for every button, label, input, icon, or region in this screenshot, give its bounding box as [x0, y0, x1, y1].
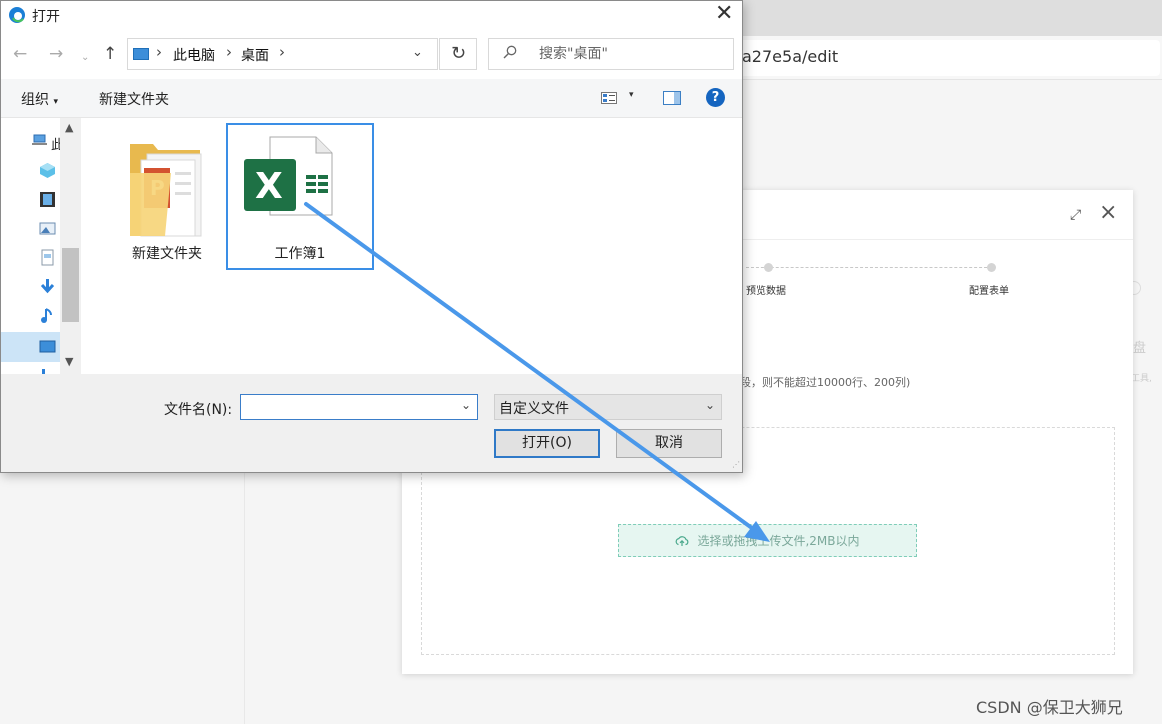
refresh-button[interactable]: ↻	[439, 38, 477, 70]
scroll-up-icon[interactable]: ▲	[65, 121, 73, 134]
view-dropdown-icon[interactable]: ▾	[629, 90, 634, 100]
file-item-excel-selected[interactable]: X 工作簿1	[226, 123, 374, 270]
breadcrumb-this-pc[interactable]: 此电脑	[173, 45, 215, 65]
breadcrumb-desktop[interactable]: 桌面	[241, 45, 269, 65]
preview-pane-icon[interactable]	[663, 91, 681, 105]
chevron-down-icon: ⌄	[704, 398, 715, 412]
dropdown-arrow-icon: ▾	[53, 97, 58, 107]
watermark: CSDN @保卫大狮兄	[976, 698, 1123, 717]
upload-button[interactable]: 选择或拖拽上传文件,2MB以内	[618, 524, 917, 557]
3d-objects-icon[interactable]	[39, 162, 56, 179]
dialog-footer: 文件名(N): ⌄ 自定义文件 ⌄ 打开(O) 取消 ⋰	[1, 374, 742, 472]
search-input[interactable]	[537, 39, 727, 69]
search-icon	[503, 45, 517, 59]
organize-menu[interactable]: 组织 ▾	[21, 89, 58, 109]
this-pc-icon	[133, 48, 149, 60]
new-folder-button[interactable]: 新建文件夹	[99, 89, 169, 109]
file-open-dialog: 打开 ✕ ← → ⌄ ↑ › 此电脑 › 桌面 › ⌄ ↻ 组织 ▾ 新建文件	[0, 0, 743, 473]
limit-hint: 段，则不能超过10000行、200列)	[740, 376, 911, 389]
organize-label: 组织	[21, 92, 49, 108]
chevron-right-icon[interactable]: ›	[156, 43, 162, 61]
file-label-folder: 新建文件夹	[132, 246, 202, 262]
edge-icon	[9, 7, 25, 23]
resize-grip-icon[interactable]: ⋰	[732, 460, 740, 469]
file-item-folder[interactable]: P 新建文件夹	[93, 124, 241, 271]
refresh-icon: ↻	[451, 43, 467, 64]
dialog-title-bar: 打开 ✕	[1, 1, 742, 31]
downloads-icon[interactable]	[39, 278, 56, 295]
search-box[interactable]	[488, 38, 734, 70]
filename-label: 文件名(N):	[164, 402, 233, 418]
music-icon[interactable]	[39, 307, 56, 324]
chevron-right-icon[interactable]: ›	[226, 43, 232, 61]
step-label-config: 配置表单	[969, 286, 1009, 297]
filename-dropdown-icon[interactable]: ⌄	[461, 398, 471, 412]
filetype-select[interactable]: 自定义文件 ⌄	[494, 394, 722, 420]
back-arrow-icon[interactable]: ←	[13, 44, 27, 64]
open-button[interactable]: 打开(O)	[494, 429, 600, 458]
pictures-icon[interactable]	[39, 220, 56, 237]
documents-icon[interactable]	[39, 249, 56, 266]
view-options-icon[interactable]	[601, 92, 617, 104]
videos-icon[interactable]	[39, 191, 56, 208]
file-label-excel: 工作簿1	[274, 246, 326, 262]
nav-scrollbar[interactable]: ▲ ▼	[60, 118, 81, 374]
dialog-toolbar: 组织 ▾ 新建文件夹 ▾ ?	[1, 79, 742, 118]
steps-line	[746, 267, 992, 268]
upload-label: 选择或拖拽上传文件,2MB以内	[697, 534, 860, 548]
expand-icon[interactable]: ⤢	[1070, 207, 1081, 223]
url-text: a27e5a/edit	[742, 47, 839, 66]
help-icon[interactable]: ?	[706, 88, 725, 107]
step-dot	[764, 263, 773, 272]
modal-close-icon[interactable]: ×	[1099, 202, 1117, 224]
chevron-right-icon[interactable]: ›	[279, 43, 285, 61]
excel-file-icon: X	[244, 136, 333, 216]
svg-text:X: X	[255, 166, 283, 207]
dialog-title: 打开	[32, 9, 60, 25]
scrollbar-thumb[interactable]	[62, 248, 79, 322]
recent-dropdown-icon[interactable]: ⌄	[81, 48, 89, 68]
this-pc-nav-icon[interactable]	[31, 132, 48, 149]
up-arrow-icon[interactable]: ↑	[103, 44, 117, 64]
folder-icon: P	[130, 144, 202, 237]
chevron-down-icon[interactable]: ⌄	[412, 45, 423, 60]
upload-cloud-icon	[676, 535, 689, 546]
navigation-pane: 此 ▲ ▼	[1, 118, 81, 374]
partial-text: 盘	[1133, 341, 1147, 356]
scroll-down-icon[interactable]: ▼	[65, 355, 73, 368]
cancel-button[interactable]: 取消	[616, 429, 722, 458]
dialog-close-icon[interactable]: ✕	[715, 3, 733, 25]
filetype-value: 自定义文件	[499, 401, 569, 417]
desktop-icon[interactable]	[39, 338, 56, 355]
step-dot	[987, 263, 996, 272]
file-list: P 新建文件夹 X 工作簿1	[81, 118, 742, 374]
filename-input[interactable]	[240, 394, 478, 420]
navigation-row: ← → ⌄ ↑ › 此电脑 › 桌面 › ⌄ ↻	[1, 31, 742, 79]
partial-text-small: 工具,	[1131, 374, 1152, 384]
address-bar[interactable]: › 此电脑 › 桌面 › ⌄	[127, 38, 438, 70]
step-label-preview: 预览数据	[746, 286, 786, 297]
forward-arrow-icon[interactable]: →	[49, 44, 63, 64]
